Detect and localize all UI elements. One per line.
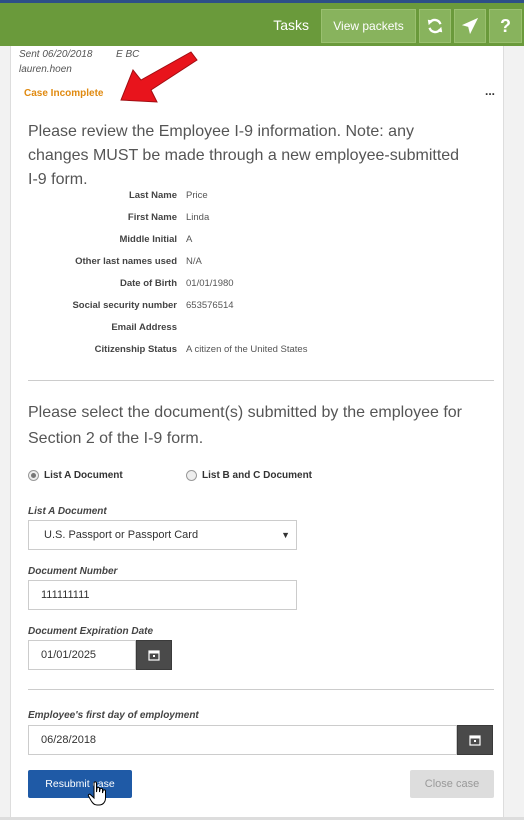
case-status: Case Incomplete	[24, 88, 104, 99]
expiration-date-label: Document Expiration Date	[28, 626, 154, 637]
user-name: lauren.hoen	[19, 64, 72, 75]
info-row: Middle Initial A	[11, 234, 505, 256]
info-row: Email Address	[11, 322, 505, 344]
radio-list-a-label: List A Document	[44, 470, 123, 481]
first-day-calendar-button[interactable]	[457, 725, 493, 755]
info-row: Date of Birth 01/01/1980	[11, 278, 505, 300]
expiration-date-input[interactable]: 01/01/2025	[28, 640, 136, 670]
send-icon	[461, 17, 479, 35]
list-a-select[interactable]: U.S. Passport or Passport Card ▼	[28, 520, 297, 550]
send-button[interactable]	[454, 9, 486, 43]
first-day-label: Employee's first day of employment	[28, 710, 199, 721]
info-label: Last Name	[128, 190, 177, 201]
resubmit-case-button[interactable]: Resubmit case	[28, 770, 132, 798]
chevron-down-icon: ▼	[281, 530, 290, 540]
divider	[28, 380, 494, 381]
hand-cursor-icon	[87, 781, 106, 806]
info-label: Citizenship Status	[94, 344, 177, 355]
info-value: Price	[186, 190, 208, 201]
help-button[interactable]: ?	[489, 9, 522, 43]
info-value: 01/01/1980	[186, 278, 234, 289]
document-number-input[interactable]: 111111111	[28, 580, 297, 610]
info-label: Email Address	[111, 322, 177, 333]
more-menu-icon[interactable]: ...	[485, 84, 495, 98]
case-panel: Sent 06/20/2018 E BC lauren.hoen Case In…	[10, 46, 504, 820]
info-value: Linda	[186, 212, 210, 223]
view-packets-button[interactable]: View packets	[321, 9, 416, 43]
info-row: First Name Linda	[11, 212, 505, 234]
top-bar: Tasks View packets ?	[0, 0, 524, 46]
radio-list-bc[interactable]: List B and C Document	[186, 470, 312, 481]
radio-selected-icon	[28, 470, 39, 481]
info-row: Citizenship Status A citizen of the Unit…	[11, 344, 505, 366]
employee-info: Last Name Price First Name Linda Middle …	[11, 190, 505, 366]
info-value: 653576514	[186, 300, 234, 311]
document-number-label: Document Number	[28, 566, 118, 577]
refresh-button[interactable]	[419, 9, 451, 43]
info-row: Last Name Price	[11, 190, 505, 212]
expiration-calendar-button[interactable]	[136, 640, 172, 670]
info-label: First Name	[127, 212, 177, 223]
info-label: Middle Initial	[119, 234, 177, 245]
section2-prompt: Please select the document(s) submitted …	[28, 404, 462, 447]
info-row: Other last names used N/A	[11, 256, 505, 278]
radio-unselected-icon	[186, 470, 197, 481]
review-prompt: Please review the Employee I-9 informati…	[28, 123, 460, 188]
page-title: Tasks	[273, 17, 309, 33]
info-label: Date of Birth	[120, 278, 177, 289]
info-value: A	[186, 234, 193, 245]
info-row: Social security number 653576514	[11, 300, 505, 322]
first-day-input[interactable]: 06/28/2018	[28, 725, 457, 755]
info-value: N/A	[186, 256, 202, 267]
list-a-selected-value: U.S. Passport or Passport Card	[44, 529, 199, 541]
calendar-icon	[148, 650, 160, 661]
radio-list-a[interactable]: List A Document	[28, 470, 123, 481]
red-arrow-annotation-icon	[120, 51, 198, 103]
sent-date: Sent 06/20/2018	[19, 49, 93, 60]
divider	[28, 689, 494, 690]
refresh-icon	[427, 18, 443, 34]
info-value: A citizen of the United States	[186, 344, 308, 355]
info-label: Other last names used	[75, 256, 177, 267]
list-a-label: List A Document	[28, 506, 107, 517]
radio-list-bc-label: List B and C Document	[202, 470, 313, 481]
info-label: Social security number	[72, 300, 177, 311]
calendar-icon	[469, 735, 481, 746]
close-case-button[interactable]: Close case	[410, 770, 494, 798]
